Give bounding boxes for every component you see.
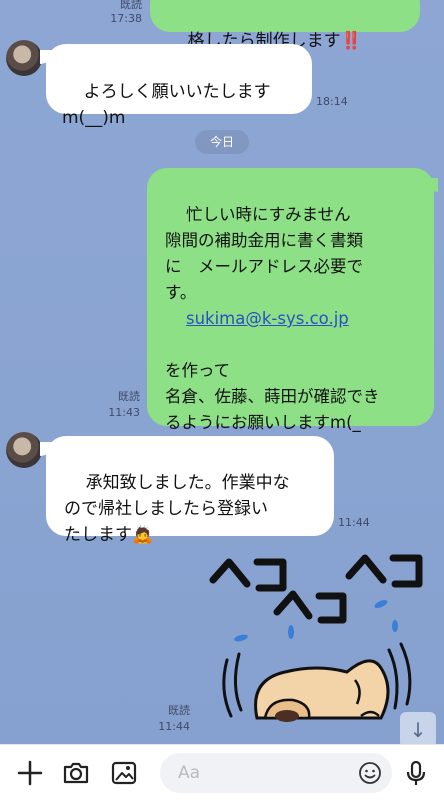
- input-placeholder: Aa: [178, 763, 201, 783]
- message-text: 承知致しました。作業中な ので帰社しましたら登録い たします🙇: [64, 473, 290, 545]
- read-receipt: 既読: [118, 390, 140, 403]
- email-link[interactable]: sukima@k-sys.co.jp: [186, 309, 349, 328]
- plus-icon[interactable]: [14, 757, 46, 789]
- contact-avatar[interactable]: [6, 432, 42, 468]
- sticker-bowing-dog[interactable]: [205, 540, 430, 730]
- photo-icon[interactable]: [108, 757, 140, 789]
- emoji-icon[interactable]: [358, 761, 382, 785]
- read-receipt: 既読: [168, 704, 190, 717]
- message-time: 11:44: [158, 720, 190, 733]
- message-text: よろしく願いいたします m(__)m: [62, 82, 271, 128]
- read-receipt: 既読: [120, 0, 142, 11]
- message-time: 11:43: [108, 406, 140, 419]
- message-time: 11:44: [338, 516, 370, 529]
- contact-avatar[interactable]: [6, 40, 42, 76]
- message-input[interactable]: Aa: [160, 753, 392, 793]
- camera-icon[interactable]: [60, 757, 92, 789]
- message-bubble-outgoing[interactable]: 忙しい時にすみません 隙間の補助金用に書く書類 に メールアドレス必要で す。 …: [147, 168, 434, 458]
- microphone-icon[interactable]: [400, 757, 432, 789]
- message-time: 17:38: [110, 12, 142, 25]
- date-separator: 今日: [195, 130, 249, 154]
- message-input-bar: Aa: [0, 744, 444, 800]
- message-time: 18:14: [316, 95, 348, 108]
- chat-area[interactable]: 既読 17:38 格したら制作します‼️ よろしく願いいたします m(__)m …: [0, 0, 444, 744]
- message-bubble-incoming[interactable]: よろしく願いいたします m(__)m: [46, 44, 312, 128]
- scroll-to-bottom-button[interactable]: ↓: [400, 712, 436, 744]
- message-bubble-incoming[interactable]: 承知致しました。作業中な ので帰社しましたら登録い たします🙇: [46, 436, 334, 545]
- message-text: 忙しい時にすみません 隙間の補助金用に書く書類 に メールアドレス必要で す。: [165, 205, 363, 302]
- message-bubble-outgoing[interactable]: 格したら制作します‼️: [150, 0, 420, 51]
